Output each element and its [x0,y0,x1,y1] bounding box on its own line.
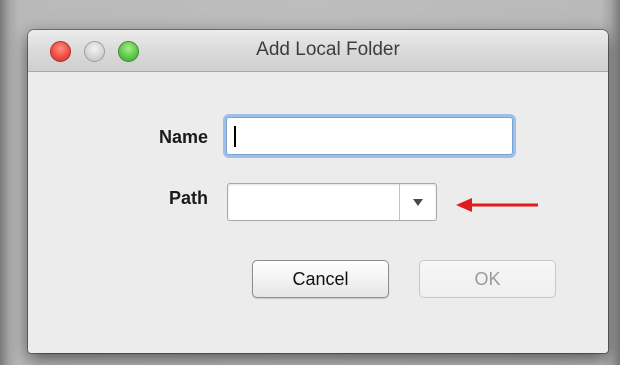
path-label: Path [168,188,208,208]
title-bar: Add Local Folder [28,30,608,72]
add-local-folder-dialog: Add Local Folder Name Path Cancel OK [28,30,608,353]
name-input[interactable] [226,117,513,155]
cancel-button[interactable]: Cancel [252,260,389,298]
path-combobox[interactable] [227,183,437,221]
ok-button[interactable]: OK [419,260,556,298]
name-label: Name [158,127,208,147]
window-title: Add Local Folder [256,39,400,60]
red-arrow-icon [456,198,538,212]
text-cursor [234,126,236,147]
path-dropdown-button[interactable] [400,184,436,220]
chevron-down-icon [413,199,423,206]
